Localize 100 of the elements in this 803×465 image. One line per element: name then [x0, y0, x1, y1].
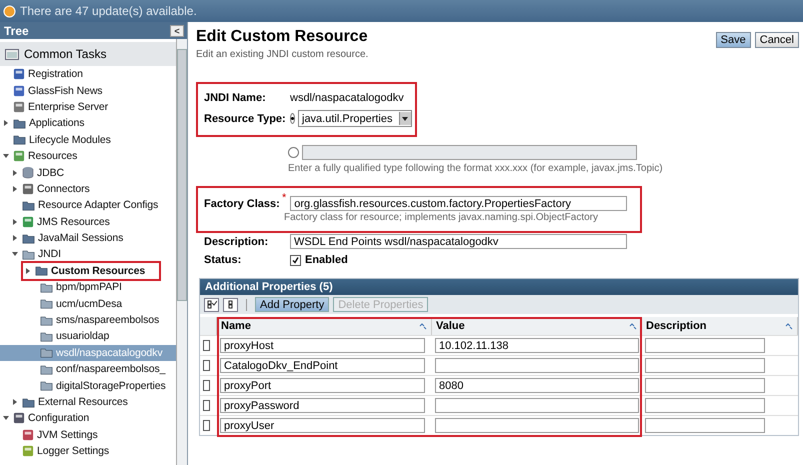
name-field[interactable]: proxyHost	[220, 338, 425, 353]
name-field[interactable]: proxyPassword	[220, 398, 425, 413]
row-checkbox[interactable]	[203, 400, 210, 411]
tree-item[interactable]: ucm/ucmDesa	[56, 298, 122, 310]
name-field[interactable]: CatalogoDkv_EndPoint	[220, 358, 425, 373]
folder-icon	[40, 298, 53, 310]
tree-item[interactable]: bpm/bpmPAPI	[56, 281, 122, 294]
tree-item[interactable]: External Resources	[38, 396, 128, 408]
caret-icon	[402, 116, 408, 120]
class-field[interactable]	[302, 145, 637, 160]
deselect-all-button[interactable]	[223, 298, 238, 312]
description-field[interactable]: WSDL End Points wsdl/naspacatalogodkv	[290, 234, 627, 249]
expanded-arrow-icon[interactable]	[3, 415, 9, 422]
tree-item[interactable]: Resources	[28, 150, 78, 162]
field-label: Status:	[204, 254, 242, 266]
save-button[interactable]: Save	[716, 32, 751, 48]
select-all-button[interactable]	[204, 298, 219, 312]
radio-button[interactable]	[290, 113, 295, 124]
collapsed-arrow-icon[interactable]	[12, 218, 18, 225]
field-label: Description:	[204, 236, 270, 248]
folder-icon	[40, 380, 53, 392]
jndi-name-value: wsdl/naspacatalogodkv	[290, 92, 404, 104]
tree-item[interactable]: JavaMail Sessions	[38, 232, 124, 244]
folder-icon	[22, 396, 35, 408]
item-icon	[13, 84, 25, 97]
item-icon	[13, 68, 25, 80]
collapsed-arrow-icon[interactable]	[12, 186, 18, 192]
tree-item[interactable]: Enterprise Server	[28, 100, 108, 113]
tree-item[interactable]: Registration	[28, 68, 83, 80]
description-field[interactable]	[645, 358, 765, 373]
radio-button[interactable]	[288, 147, 299, 158]
description-field[interactable]	[645, 338, 765, 353]
value-field[interactable]	[435, 398, 639, 413]
tree-item[interactable]: JDBC	[37, 166, 64, 179]
tree-item[interactable]: sms/naspareembolsos	[56, 314, 160, 326]
description-field[interactable]	[645, 418, 765, 433]
collapsed-arrow-icon[interactable]	[25, 268, 31, 274]
help-text: Enter a fully qualified type following the format xxx.xxx (for example, javax.jms.Topic)	[288, 163, 664, 174]
sort-icon[interactable]	[419, 322, 427, 330]
folder-icon	[22, 200, 35, 211]
item-icon	[13, 100, 25, 113]
tree-item[interactable]: JMS Resources	[37, 216, 110, 228]
database-icon	[22, 166, 34, 180]
checklist-icon	[206, 300, 216, 309]
item-icon	[22, 182, 34, 195]
tree-item[interactable]: Custom Resources	[51, 264, 146, 277]
expanded-arrow-icon[interactable]	[3, 153, 9, 160]
tree-item[interactable]: digitalStorageProperties	[56, 380, 166, 392]
scrollbar[interactable]	[176, 39, 187, 465]
checkbox[interactable]	[290, 254, 301, 266]
common-tasks-item[interactable]: Common Tasks	[0, 42, 176, 66]
tree-item[interactable]: JNDI	[38, 248, 61, 260]
name-field[interactable]: proxyUser	[220, 418, 425, 433]
collapsed-arrow-icon[interactable]	[12, 170, 18, 176]
header-cell	[200, 317, 217, 335]
value-field[interactable]	[435, 358, 639, 373]
add-property-button[interactable]: Add Property	[255, 297, 330, 312]
row-checkbox[interactable]	[203, 360, 210, 371]
name-field[interactable]: proxyPort	[220, 378, 425, 393]
value-field[interactable]: 8080	[435, 378, 639, 393]
tree-item[interactable]: usuarioldap	[56, 330, 110, 342]
folder-icon	[35, 265, 48, 276]
folder-icon	[22, 248, 35, 260]
folder-icon	[40, 347, 53, 358]
resource-type-select[interactable]: java.util.Properties	[298, 110, 412, 127]
collapse-button[interactable]: <	[170, 24, 184, 36]
sort-icon[interactable]	[785, 322, 793, 330]
tree-item[interactable]: JVM Settings	[37, 428, 98, 441]
page-title: Edit Custom Resource	[196, 28, 368, 46]
row-checkbox[interactable]	[203, 340, 210, 351]
update-icon	[3, 4, 16, 18]
column-header[interactable]: Description	[642, 317, 798, 335]
collapsed-arrow-icon[interactable]	[12, 399, 18, 405]
description-field[interactable]	[645, 378, 765, 393]
row-checkbox[interactable]	[203, 380, 210, 391]
expanded-arrow-icon[interactable]	[12, 251, 18, 258]
item-icon	[22, 428, 34, 441]
tree-item[interactable]: Resource Adapter Configs	[38, 199, 158, 212]
factory-class-field[interactable]: org.glassfish.resources.custom.factory.PropertiesFactory	[290, 196, 628, 211]
collapsed-arrow-icon[interactable]	[3, 120, 9, 126]
value-field[interactable]	[435, 418, 639, 433]
cancel-button[interactable]: Cancel	[754, 32, 799, 48]
tree-item[interactable]: Lifecycle Modules	[29, 134, 111, 146]
tree-title: Tree	[4, 24, 29, 38]
value-field[interactable]: 10.102.11.138	[435, 338, 639, 353]
tree-item[interactable]: Connectors	[37, 182, 90, 195]
required-mark: *	[282, 192, 286, 204]
tree-item[interactable]: Configuration	[28, 412, 90, 424]
collapsed-arrow-icon[interactable]	[12, 235, 18, 242]
row-checkbox[interactable]	[203, 420, 210, 431]
folder-icon	[22, 232, 35, 244]
item-icon	[22, 216, 34, 228]
tree-item[interactable]: GlassFish News	[28, 84, 102, 97]
tree-item[interactable]: conf/naspareembolsos_	[56, 363, 166, 376]
update-notice[interactable]: There are 47 update(s) available.	[20, 4, 197, 18]
tree-item[interactable]: Logger Settings	[37, 445, 110, 458]
sort-icon[interactable]	[629, 322, 637, 330]
description-field[interactable]	[645, 398, 765, 413]
table-title: Additional Properties (5)	[200, 279, 798, 295]
tree-item[interactable]: Applications	[29, 117, 84, 130]
